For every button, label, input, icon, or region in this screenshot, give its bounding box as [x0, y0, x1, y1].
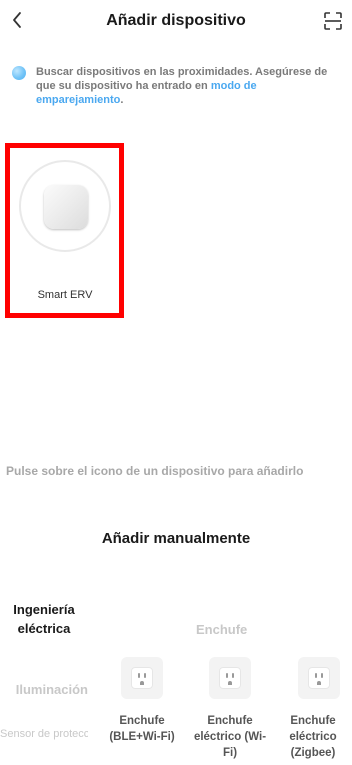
plug-ble-wifi-button[interactable] [121, 657, 163, 699]
plug-wifi-button[interactable] [209, 657, 251, 699]
plug-zigbee-label: Enchufe eléctrico (Zigbee) [289, 715, 337, 759]
found-device-name: Smart ERV [37, 289, 93, 301]
plug-icon [219, 667, 241, 689]
page-title: Añadir dispositivo [106, 12, 246, 29]
manual-add-title: Añadir manualmente [101, 530, 251, 547]
plug-ble-wifi-label: Enchufe (BLE+Wi-Fi) [109, 715, 175, 743]
search-hint-suffix: . [120, 94, 124, 106]
device-image [44, 185, 88, 229]
plug-zigbee-button[interactable] [298, 657, 340, 699]
search-hint-text: Buscar dispositivos en las proximidades.… [36, 66, 328, 92]
category-electrical[interactable]: Ingeniería eléctrica [0, 600, 88, 638]
plug-wifi-label: Enchufe eléctrico (Wi-Fi) [193, 715, 267, 759]
category-sensor[interactable]: Sensor de protección de se [0, 727, 88, 742]
scan-button[interactable] [324, 12, 342, 30]
plug-icon [131, 667, 153, 689]
group-title: Enchufe [196, 622, 248, 637]
searching-icon [12, 66, 26, 80]
category-lighting[interactable]: Iluminación [0, 682, 88, 697]
plug-icon [308, 667, 330, 689]
tap-hint: Pulse sobre el icono de un dispositivo p… [6, 464, 304, 478]
scan-icon [324, 12, 342, 30]
search-hint: Buscar dispositivos en las proximidades.… [36, 65, 342, 107]
